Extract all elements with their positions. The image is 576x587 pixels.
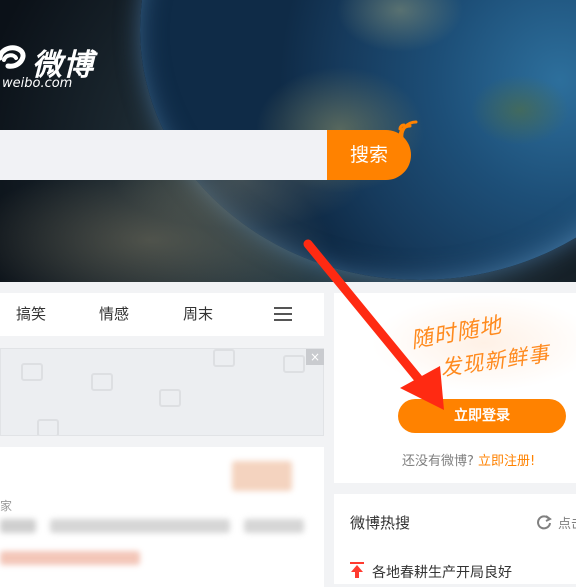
blurred-text (244, 519, 304, 533)
hot-search-title: 微博热搜 (350, 514, 411, 532)
image-placeholder-icon (21, 363, 43, 381)
register-prompt: 还没有微博? 立即注册! (402, 450, 535, 469)
blurred-avatar (232, 461, 292, 491)
no-account-text: 还没有微博? (402, 454, 474, 469)
nav-item-weekend[interactable]: 周末 (183, 293, 213, 336)
logo-domain: weibo.com (2, 76, 73, 91)
search-input[interactable] (0, 130, 330, 180)
hot-search-item-text: 各地春耕生产开局良好 (372, 565, 512, 581)
feed-partial-text: 家 (0, 499, 13, 513)
nav-item-funny[interactable]: 搞笑 (16, 293, 46, 336)
image-placeholder-icon (213, 349, 235, 367)
nav-item-emotion[interactable]: 情感 (99, 293, 129, 336)
blurred-text (50, 519, 230, 533)
refresh-label[interactable]: 点击 (558, 513, 576, 532)
hot-search-card: 微博热搜 点击 各地春耕生产开局良好 (334, 494, 576, 584)
login-card: 随时随地 发现新鲜事 立即登录 还没有微博? 立即注册! (334, 293, 576, 483)
image-placeholder-icon (159, 389, 181, 407)
image-placeholder-icon (37, 419, 59, 435)
blurred-text (0, 551, 140, 565)
wifi-signal-icon (398, 120, 418, 140)
trending-up-icon (350, 562, 364, 578)
image-placeholder-icon (283, 355, 305, 373)
hero-banner: 微博 weibo.com 搜索 (0, 0, 576, 282)
login-button[interactable]: 立即登录 (398, 399, 566, 433)
image-placeholder-icon (91, 373, 113, 391)
category-nav: 搞笑 情感 周末 (0, 293, 324, 336)
close-icon[interactable]: × (306, 349, 324, 365)
ad-banner-placeholder (0, 348, 324, 436)
weibo-swirl-icon (0, 45, 26, 69)
refresh-icon[interactable] (536, 514, 552, 530)
more-menu-icon[interactable] (274, 307, 292, 321)
feed-card: 家 (0, 447, 324, 587)
blurred-text (0, 519, 36, 533)
weibo-logo[interactable]: 微博 weibo.com (0, 34, 140, 94)
register-link[interactable]: 立即注册! (478, 454, 535, 469)
